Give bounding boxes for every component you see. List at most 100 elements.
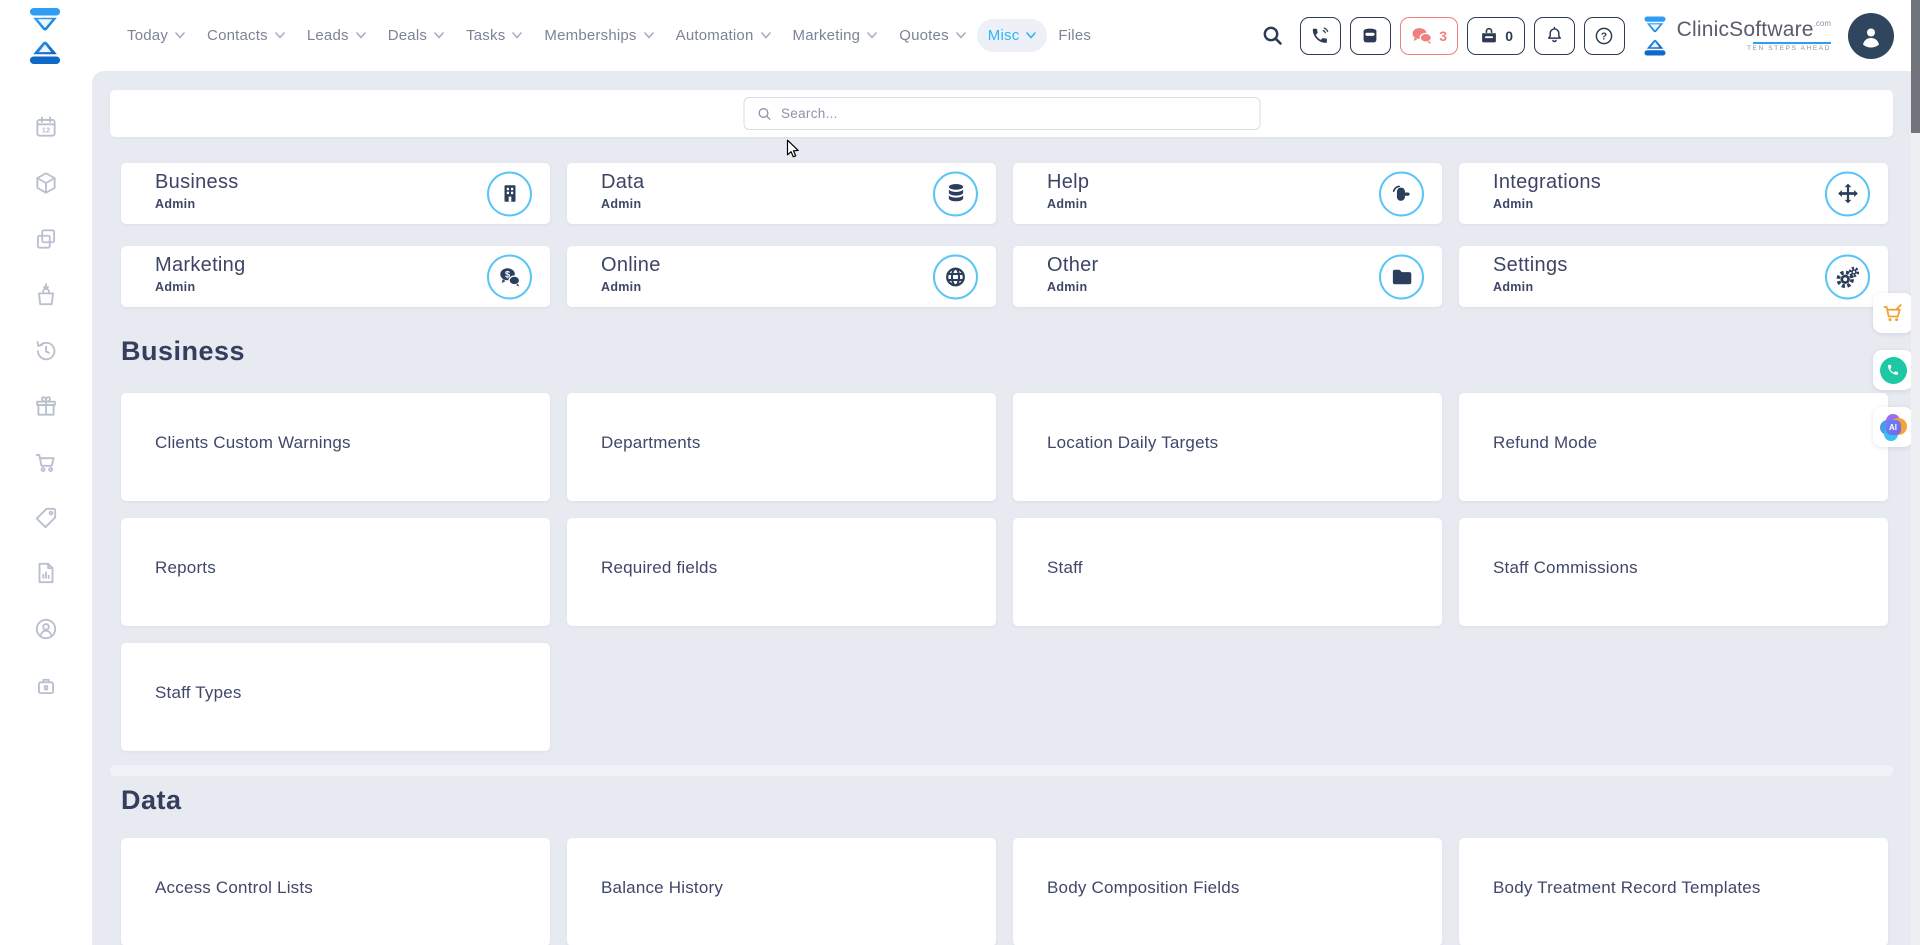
nav-item-deals[interactable]: Deals	[377, 19, 455, 52]
category-grid: Business Admin Data Admin	[121, 163, 1888, 307]
help-button[interactable]: ?	[1584, 17, 1625, 55]
nav-item-automation[interactable]: Automation	[665, 19, 782, 52]
phone-volume-icon	[1310, 26, 1330, 46]
category-title: Other	[1047, 254, 1422, 277]
notifications-button[interactable]	[1534, 17, 1575, 55]
inbox-button[interactable]	[1350, 17, 1391, 55]
main-nav: Today Contacts Leads Deals Tasks Members…	[116, 0, 1102, 71]
sidebar-item-account[interactable]	[26, 609, 66, 649]
category-card-business[interactable]: Business Admin	[121, 163, 550, 224]
category-card-data[interactable]: Data Admin	[567, 163, 996, 224]
item-card-required-fields[interactable]: Required fields	[567, 518, 996, 626]
item-card-refund-mode[interactable]: Refund Mode	[1459, 393, 1888, 501]
search-input[interactable]	[781, 106, 1247, 121]
topbar-actions: 3 0 ?	[1261, 0, 1894, 71]
chevron-down-icon	[356, 32, 366, 39]
nav-item-files[interactable]: Files	[1047, 19, 1102, 52]
category-card-help[interactable]: Help Admin	[1013, 163, 1442, 224]
nav-item-misc[interactable]: Misc	[977, 19, 1048, 52]
category-subtitle: Admin	[601, 280, 976, 294]
nav-item-marketing[interactable]: Marketing	[782, 19, 889, 52]
nav-item-quotes[interactable]: Quotes	[888, 19, 977, 52]
search-icon	[756, 106, 772, 122]
item-card-body-composition-fields[interactable]: Body Composition Fields	[1013, 838, 1442, 945]
item-title: Body Treatment Record Templates	[1493, 878, 1868, 898]
category-card-marketing[interactable]: Marketing Admin $	[121, 246, 550, 307]
sidebar-item-shop[interactable]	[26, 442, 66, 482]
section-divider	[110, 765, 1893, 776]
category-title: Online	[601, 254, 976, 277]
item-card-staff-types[interactable]: Staff Types	[121, 643, 550, 751]
item-card-access-control-lists[interactable]: Access Control Lists	[121, 838, 550, 945]
search-icon[interactable]	[1261, 24, 1285, 48]
sidebar-item-packages[interactable]	[26, 163, 66, 203]
help-icon: ?	[1593, 25, 1615, 47]
clinicsoftware-admin-page: { "colors": { "accent_blue": "#2bb7f3", …	[0, 0, 1920, 945]
section-title-data: Data	[121, 785, 182, 816]
chevron-down-icon	[644, 32, 654, 39]
hourglass-logo-icon[interactable]	[22, 8, 68, 64]
icon-ring: $	[487, 254, 532, 299]
sidebar-item-lock[interactable]	[26, 665, 66, 705]
sidebar-item-vouchers[interactable]	[26, 498, 66, 538]
category-card-settings[interactable]: Settings Admin	[1459, 246, 1888, 307]
item-card-staff-commissions[interactable]: Staff Commissions	[1459, 518, 1888, 626]
lock-icon	[33, 672, 59, 698]
inbox-icon	[1359, 25, 1381, 47]
item-card-clients-custom-warnings[interactable]: Clients Custom Warnings	[121, 393, 550, 501]
item-title: Location Daily Targets	[1047, 433, 1422, 453]
search-box[interactable]	[743, 97, 1260, 130]
sidebar-item-history[interactable]	[26, 331, 66, 371]
scrollbar-track	[1911, 0, 1920, 945]
pos-count-badge: 0	[1505, 28, 1513, 44]
cart-widget-button[interactable]	[1873, 293, 1913, 333]
item-card-reports[interactable]: Reports	[121, 518, 550, 626]
pos-button[interactable]: 0	[1467, 17, 1525, 55]
nav-item-leads[interactable]: Leads	[296, 19, 377, 52]
nav-item-contacts[interactable]: Contacts	[196, 19, 296, 52]
nav-item-memberships[interactable]: Memberships	[533, 19, 664, 52]
whatsapp-widget-button[interactable]	[1873, 350, 1913, 390]
item-title: Staff Types	[155, 683, 530, 703]
item-card-location-daily-targets[interactable]: Location Daily Targets	[1013, 393, 1442, 501]
chevron-down-icon	[175, 32, 185, 39]
item-title: Staff Commissions	[1493, 558, 1868, 578]
item-card-staff[interactable]: Staff	[1013, 518, 1442, 626]
sidebar-item-reports[interactable]	[26, 553, 66, 593]
money-chat-icon: $	[498, 265, 521, 288]
item-card-balance-history[interactable]: Balance History	[567, 838, 996, 945]
hourglass-logo-icon	[1640, 16, 1670, 56]
item-title: Clients Custom Warnings	[155, 433, 530, 453]
nav-item-tasks[interactable]: Tasks	[455, 19, 533, 52]
calendar-icon: 12	[33, 114, 59, 140]
brand-tagline: TEN STEPS AHEAD	[1677, 46, 1831, 53]
item-card-body-treatment-record-templates[interactable]: Body Treatment Record Templates	[1459, 838, 1888, 945]
sidebar-item-calendar[interactable]: 12	[26, 107, 66, 147]
ai-icon: AI	[1880, 414, 1907, 441]
category-title: Business	[155, 171, 530, 194]
voucher-icon	[33, 505, 59, 531]
item-title: Refund Mode	[1493, 433, 1868, 453]
report-icon	[33, 560, 59, 586]
nav-item-today[interactable]: Today	[116, 19, 196, 52]
nav-label: Today	[127, 27, 168, 44]
chevron-down-icon	[512, 32, 522, 39]
ai-widget-button[interactable]: AI	[1873, 407, 1913, 447]
sidebar-item-duplicates[interactable]	[26, 219, 66, 259]
item-card-departments[interactable]: Departments	[567, 393, 996, 501]
item-title: Required fields	[601, 558, 976, 578]
category-title: Integrations	[1493, 171, 1868, 194]
phone-button[interactable]	[1300, 17, 1341, 55]
brand-tld: .com	[1814, 20, 1831, 28]
category-card-integrations[interactable]: Integrations Admin	[1459, 163, 1888, 224]
category-card-online[interactable]: Online Admin	[567, 246, 996, 307]
item-title: Balance History	[601, 878, 976, 898]
scrollbar-thumb[interactable]	[1911, 0, 1920, 133]
sidebar-item-orders[interactable]	[26, 275, 66, 315]
user-avatar[interactable]	[1848, 13, 1894, 59]
category-card-other[interactable]: Other Admin	[1013, 246, 1442, 307]
category-subtitle: Admin	[1047, 197, 1422, 211]
chat-messages-button[interactable]: 3	[1400, 17, 1458, 55]
chat-bubbles-icon	[1410, 25, 1434, 47]
sidebar-item-gift-vouchers[interactable]	[26, 386, 66, 426]
